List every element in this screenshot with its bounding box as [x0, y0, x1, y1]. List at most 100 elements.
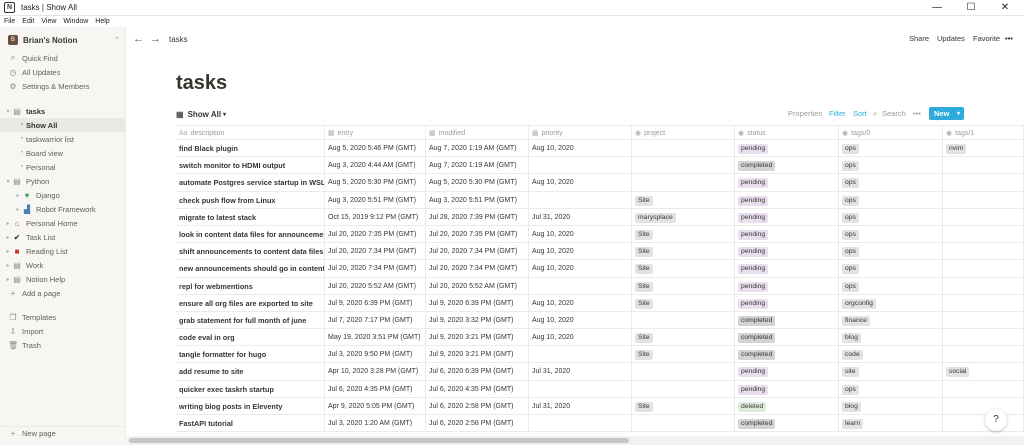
cell-priority[interactable] — [529, 157, 632, 175]
column-header-description[interactable]: Aa description — [176, 126, 325, 141]
share-button[interactable]: Share — [909, 34, 929, 43]
table-row[interactable]: shift announcements to content data file… — [176, 243, 1024, 261]
cell-entry[interactable]: Jul 7, 2020 7:17 PM (GMT) — [325, 311, 426, 329]
cell-tag0[interactable]: ops — [839, 380, 943, 398]
cell-modified[interactable]: Aug 5, 2020 5:30 PM (GMT) — [426, 174, 529, 192]
cell-description[interactable]: add resume to site — [176, 363, 325, 381]
cell-description[interactable]: switch monitor to HDMI output — [176, 157, 325, 175]
cell-description[interactable]: grab statement for full month of june — [176, 311, 325, 329]
cell-status[interactable]: deleted — [735, 397, 839, 415]
cell-description[interactable]: new announcements should go in content — [176, 260, 325, 278]
sidebar-item-personal-home[interactable]: ▸ ⌂ Personal Home — [0, 216, 125, 230]
menu-window[interactable]: Window — [63, 18, 88, 25]
cell-tag0[interactable]: ops — [839, 191, 943, 209]
cell-modified[interactable]: Jul 20, 2020 7:34 PM (GMT) — [426, 243, 529, 261]
sidebar-item-reading-list[interactable]: ▸ ■ Reading List — [0, 244, 125, 258]
cell-tag0[interactable]: learn — [839, 415, 943, 432]
table-row[interactable]: writing blog posts in Eleventy Apr 9, 202… — [176, 397, 1024, 415]
table-row[interactable]: code eval in org May 19, 2020 3:51 PM (GM… — [176, 329, 1024, 347]
cell-status[interactable]: completed — [735, 415, 839, 432]
cell-tag0[interactable]: ops — [839, 225, 943, 243]
sidebar-templates[interactable]: ❐ Templates — [0, 310, 125, 324]
cell-project[interactable] — [632, 311, 735, 329]
sidebar-item-task-list[interactable]: ▸ ✔ Task List — [0, 230, 125, 244]
cell-tag1[interactable] — [943, 260, 1024, 278]
forward-arrow-icon[interactable]: → — [150, 33, 161, 45]
cell-tag0[interactable]: ops — [839, 140, 943, 157]
cell-tag1[interactable] — [943, 346, 1024, 364]
cell-modified[interactable]: Jul 20, 2020 7:35 PM (GMT) — [426, 225, 529, 243]
column-header-tags-0[interactable]: ◉ tags/0 — [839, 126, 943, 141]
sidebar-item-board-view[interactable]: • Board view — [0, 146, 125, 160]
cell-description[interactable]: automate Postgres service startup in WSL — [176, 174, 325, 192]
filter-button[interactable]: Filter — [829, 109, 846, 118]
chevron-right-icon[interactable]: ▸ — [4, 276, 12, 283]
cell-entry[interactable]: Jul 3, 2020 1:20 AM (GMT) — [325, 415, 426, 432]
sidebar-item-notion-help[interactable]: ▸ ▤ Notion Help — [0, 272, 125, 286]
cell-priority[interactable]: Jul 31, 2020 — [529, 397, 632, 415]
cell-tag1[interactable]: nvim — [943, 140, 1024, 157]
cell-project[interactable]: Site — [632, 225, 735, 243]
cell-status[interactable]: pending — [735, 380, 839, 398]
cell-entry[interactable]: Jul 20, 2020 5:52 AM (GMT) — [325, 277, 426, 295]
cell-modified[interactable]: Jul 6, 2020 6:39 PM (GMT) — [426, 363, 529, 381]
cell-status[interactable]: completed — [735, 311, 839, 329]
cell-tag1[interactable] — [943, 311, 1024, 329]
cell-description[interactable]: ensure all org files are exported to sit… — [176, 294, 325, 312]
favorite-button[interactable]: Favorite — [973, 34, 1000, 43]
cell-tag1[interactable] — [943, 397, 1024, 415]
cell-project[interactable]: Site — [632, 329, 735, 347]
column-header-entry[interactable]: ▦ entry — [325, 126, 426, 141]
cell-priority[interactable]: Aug 10, 2020 — [529, 243, 632, 261]
cell-tag1[interactable] — [943, 174, 1024, 192]
sidebar-quick-find[interactable]: ⌕ Quick Find — [0, 51, 125, 65]
chevron-down-icon[interactable]: ▾ — [957, 110, 960, 117]
view-selector[interactable]: ▦ Show All ▾ — [176, 110, 226, 119]
column-header-status[interactable]: ◉ status — [735, 126, 839, 141]
cell-priority[interactable]: Aug 10, 2020 — [529, 311, 632, 329]
table-row[interactable]: ensure all org files are exported to sit… — [176, 294, 1024, 312]
sidebar-all-updates[interactable]: ◷ All Updates — [0, 65, 125, 79]
more-options-button[interactable]: ••• — [1005, 34, 1013, 43]
help-button[interactable]: ? — [985, 409, 1007, 431]
cell-tag1[interactable] — [943, 208, 1024, 226]
sidebar-item-robot-framework[interactable]: ▸ ▟ Robot Framework — [0, 202, 125, 216]
cell-project[interactable]: Site — [632, 260, 735, 278]
cell-priority[interactable] — [529, 380, 632, 398]
menu-file[interactable]: File — [4, 18, 15, 25]
sidebar-settings[interactable]: ⚙ Settings & Members — [0, 79, 125, 93]
cell-modified[interactable]: Jul 6, 2020 2:58 PM (GMT) — [426, 397, 529, 415]
cell-modified[interactable]: Jul 9, 2020 3:21 PM (GMT) — [426, 329, 529, 347]
cell-tag1[interactable] — [943, 277, 1024, 295]
sidebar-item-taskwarrior-list[interactable]: • taskwarrior list — [0, 132, 125, 146]
cell-tag1[interactable] — [943, 243, 1024, 261]
cell-project[interactable]: Site — [632, 191, 735, 209]
cell-modified[interactable]: Aug 3, 2020 5:51 PM (GMT) — [426, 191, 529, 209]
table-row[interactable]: add resume to site Apr 10, 2020 3:28 PM (… — [176, 363, 1024, 381]
table-row[interactable]: tangle formatter for hugo Jul 3, 2020 9:5… — [176, 346, 1024, 364]
cell-modified[interactable]: Jul 20, 2020 5:52 AM (GMT) — [426, 277, 529, 295]
table-row[interactable]: look in content data files for announcem… — [176, 225, 1024, 244]
cell-entry[interactable]: Apr 10, 2020 3:28 PM (GMT) — [325, 363, 426, 381]
cell-tag0[interactable]: ops — [839, 157, 943, 175]
table-row[interactable]: quicker exec taskrh startup Jul 6, 2020 4… — [176, 380, 1024, 398]
cell-project[interactable]: Site — [632, 397, 735, 415]
maximize-button[interactable]: ☐ — [954, 0, 988, 16]
cell-tag1[interactable]: social — [943, 363, 1024, 381]
cell-project[interactable]: Site — [632, 277, 735, 295]
page-title[interactable]: tasks — [176, 72, 227, 95]
table-row[interactable]: migrate to latest stack Oct 15, 2019 9:12… — [176, 208, 1024, 226]
cell-entry[interactable]: Apr 9, 2020 5:05 PM (GMT) — [325, 397, 426, 415]
cell-priority[interactable]: Jul 31, 2020 — [529, 363, 632, 381]
cell-entry[interactable]: Jul 6, 2020 4:35 PM (GMT) — [325, 380, 426, 398]
cell-tag0[interactable]: site — [839, 363, 943, 381]
cell-project[interactable]: Site — [632, 243, 735, 261]
table-row[interactable]: find Black plugin Aug 5, 2020 5:46 PM (GM… — [176, 140, 1024, 158]
cell-entry[interactable]: Aug 3, 2020 4:44 AM (GMT) — [325, 157, 426, 175]
close-button[interactable]: ✕ — [988, 0, 1022, 16]
cell-status[interactable]: pending — [735, 277, 839, 295]
chevron-right-icon[interactable]: ▸ — [4, 220, 12, 227]
cell-tag0[interactable]: blog — [839, 397, 943, 415]
cell-priority[interactable]: Jul 31, 2020 — [529, 208, 632, 226]
cell-project[interactable] — [632, 157, 735, 175]
